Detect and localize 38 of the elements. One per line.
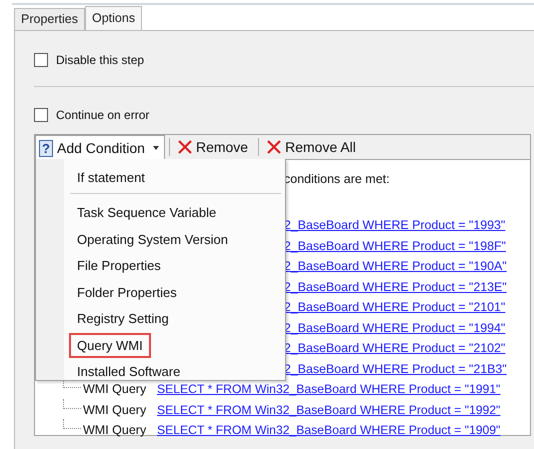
close-icon [267,140,282,154]
menu-item[interactable]: Operating System Version [36,226,285,252]
remove-button[interactable]: Remove [174,135,254,159]
add-condition-button[interactable]: ? Add Condition [35,135,165,161]
query-link[interactable]: 2_BaseBoard WHERE Product = "2102" [284,341,506,356]
query-link[interactable]: SELECT * FROM Win32_BaseBoard WHERE Product = "1909" [157,423,500,438]
close-icon [178,140,192,154]
checkbox[interactable] [34,108,48,122]
remove-button[interactable]: Remove All [263,135,362,159]
menu-item[interactable]: Registry Setting [36,306,285,332]
checkbox-label: Disable this step [56,53,144,67]
checkbox-label: Continue on error [56,108,150,122]
query-link[interactable]: 2_BaseBoard WHERE Product = "213E" [284,280,507,294]
query-link[interactable]: SELECT * FROM Win32_BaseBoard WHERE Product = "1991" [157,382,500,396]
query-link[interactable]: 2_BaseBoard WHERE Product = "190A" [284,259,507,274]
menu-item[interactable]: Query WMI [36,332,285,358]
query-link[interactable]: 2_BaseBoard WHERE Product = "21B3" [284,362,507,376]
menu-item[interactable]: Task Sequence Variable [36,200,285,226]
query-link[interactable]: SELECT * FROM Win32_BaseBoard WHERE Product = "1992" [157,402,500,417]
tab[interactable]: Properties [14,8,85,30]
query-link[interactable]: 2_BaseBoard WHERE Product = "198F" [284,238,506,253]
menu-item[interactable]: File Properties [36,252,285,279]
query-link[interactable]: 2_BaseBoard WHERE Product = "1994" [284,320,506,335]
query-link[interactable]: 2_BaseBoard WHERE Product = "2101" [284,300,506,314]
tree-line [63,398,81,409]
tab[interactable]: Options [84,6,142,31]
conditions-header: conditions are met: [284,172,390,186]
caret-icon [152,146,159,150]
condition-type: WMI Query [83,402,148,417]
menu-item[interactable]: If statement [36,164,285,190]
menu-item[interactable]: Folder Properties [36,279,285,306]
tree-line [63,419,81,430]
query-link[interactable]: 2_BaseBoard WHERE Product = "1993" [284,218,506,232]
menu-item[interactable]: Installed Software [36,358,285,385]
condition-type: WMI Query [83,382,148,396]
help-icon: ? [39,140,53,156]
checkbox[interactable] [34,53,48,67]
condition-type: WMI Query [83,423,148,438]
